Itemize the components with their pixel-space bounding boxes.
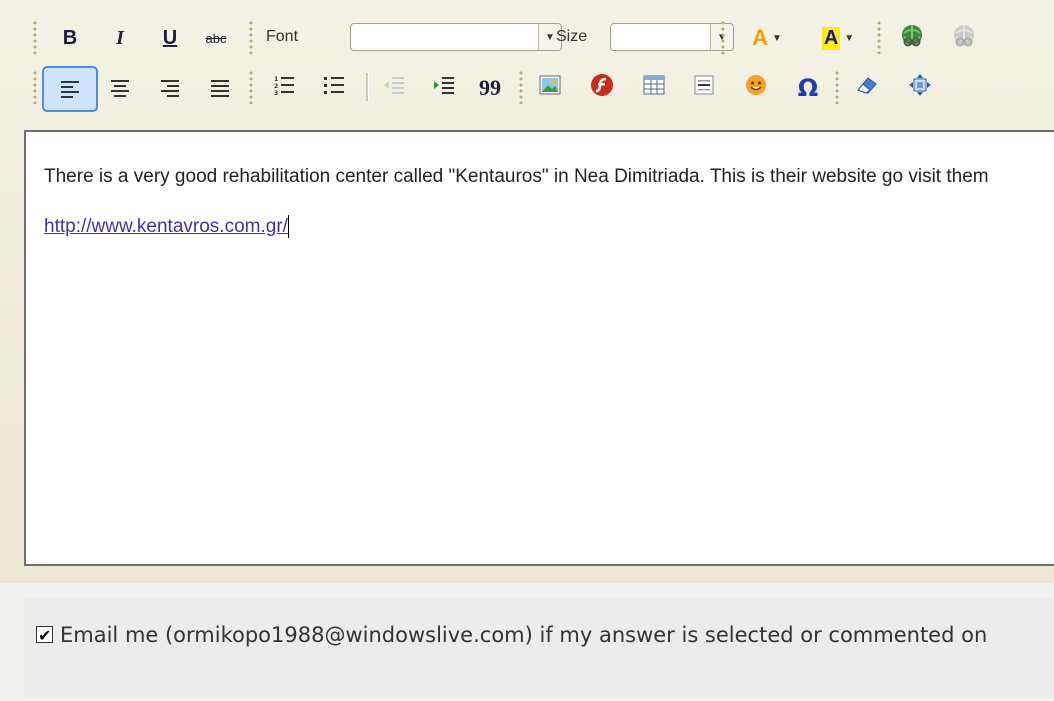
toolbar-grip — [834, 70, 840, 104]
smiley-button[interactable] — [738, 70, 774, 106]
bold-icon: B — [62, 26, 78, 49]
remove-format-button[interactable] — [850, 70, 886, 106]
maximize-icon — [908, 73, 932, 103]
underline-button[interactable]: U — [152, 20, 188, 56]
bulleted-list-button[interactable] — [316, 70, 352, 106]
toolbar-grip — [248, 20, 254, 54]
toolbar-grip[interactable] — [32, 20, 38, 54]
align-right-button[interactable] — [152, 70, 188, 106]
email-notify-label[interactable]: Email me (ormikopo1988@windowslive.com) … — [60, 623, 987, 647]
outdent-icon — [383, 74, 405, 102]
align-left-button[interactable] — [42, 66, 98, 112]
toolbar-row-2: 123 99 Ω — [26, 62, 1054, 112]
image-button[interactable] — [532, 70, 568, 106]
toolbar-grip — [248, 70, 254, 104]
editor-content-area[interactable]: There is a very good rehabilitation cent… — [24, 130, 1054, 566]
email-notify-checkbox[interactable] — [36, 620, 53, 652]
text-color-button[interactable]: A ▼ — [736, 20, 798, 56]
background-color-icon: A — [821, 26, 841, 50]
indent-icon — [433, 74, 455, 102]
font-label: Font — [266, 28, 299, 45]
background-color-button[interactable]: A ▼ — [812, 20, 864, 56]
font-select[interactable]: ▼ — [350, 23, 562, 51]
special-char-button[interactable]: Ω — [790, 70, 826, 106]
align-left-icon — [61, 80, 79, 98]
outdent-button[interactable] — [376, 70, 412, 106]
numbered-list-button[interactable]: 123 — [266, 70, 302, 106]
align-right-icon — [161, 79, 179, 97]
smiley-icon — [745, 74, 767, 102]
strikethrough-icon: abc — [205, 30, 227, 46]
bulleted-list-icon — [323, 74, 345, 102]
flash-button[interactable] — [584, 70, 620, 106]
chevron-down-icon: ▼ — [844, 32, 855, 44]
blockquote-button[interactable]: 99 — [472, 70, 508, 106]
blockquote-icon: 99 — [479, 75, 501, 100]
link-icon — [900, 23, 924, 53]
special-char-icon: Ω — [797, 74, 819, 102]
text-color-icon: A — [752, 25, 768, 50]
indent-button[interactable] — [426, 70, 462, 106]
bold-button[interactable]: B — [52, 20, 88, 56]
link-line: http://www.kentavros.com.gr/ — [44, 214, 1046, 239]
table-button[interactable] — [636, 70, 672, 106]
align-justify-button[interactable] — [202, 70, 238, 106]
strikethrough-button[interactable]: abc — [198, 20, 234, 56]
numbered-list-icon: 123 — [273, 74, 295, 102]
toolbar-row-1: B I U abc Font ▼ Size ▼ A ▼ A ▼ — [26, 12, 1054, 62]
toolbar-grip — [720, 20, 726, 54]
horizontal-rule-button[interactable] — [686, 70, 722, 106]
email-notification-area: Email me (ormikopo1988@windowslive.com) … — [24, 598, 1054, 698]
size-select[interactable]: ▼ — [610, 23, 734, 51]
image-icon — [539, 74, 561, 102]
italic-button[interactable]: I — [102, 20, 138, 56]
align-justify-icon — [211, 79, 229, 97]
toolbar-grip[interactable] — [32, 70, 38, 104]
table-icon — [643, 75, 665, 101]
rich-text-editor: B I U abc Font ▼ Size ▼ A ▼ A ▼ — [0, 0, 1054, 583]
italic-icon: I — [116, 26, 124, 49]
text-caret — [287, 215, 289, 239]
maximize-button[interactable] — [902, 70, 938, 106]
toolbar-grip — [518, 70, 524, 104]
chevron-down-icon: ▼ — [771, 32, 782, 44]
email-option-row[interactable]: Email me (ormikopo1988@windowslive.com) … — [36, 619, 1046, 652]
align-center-button[interactable] — [102, 70, 138, 106]
underline-icon: U — [162, 26, 178, 49]
unlink-icon — [952, 23, 976, 53]
answer-text: There is a very good rehabilitation cent… — [44, 166, 989, 187]
toolbar-grip — [876, 20, 882, 54]
unlink-button[interactable] — [946, 20, 982, 56]
svg-text:2: 2 — [274, 83, 278, 90]
horizontal-rule-icon — [694, 75, 714, 101]
svg-text:1: 1 — [274, 76, 278, 83]
remove-format-icon — [856, 75, 880, 101]
svg-text:3: 3 — [274, 90, 278, 96]
size-label: Size — [556, 28, 588, 45]
website-link[interactable]: http://www.kentavros.com.gr/ — [44, 216, 288, 237]
toolbar-separator — [366, 73, 369, 101]
align-center-icon — [111, 79, 129, 97]
link-button[interactable] — [894, 20, 930, 56]
flash-icon — [590, 73, 614, 103]
